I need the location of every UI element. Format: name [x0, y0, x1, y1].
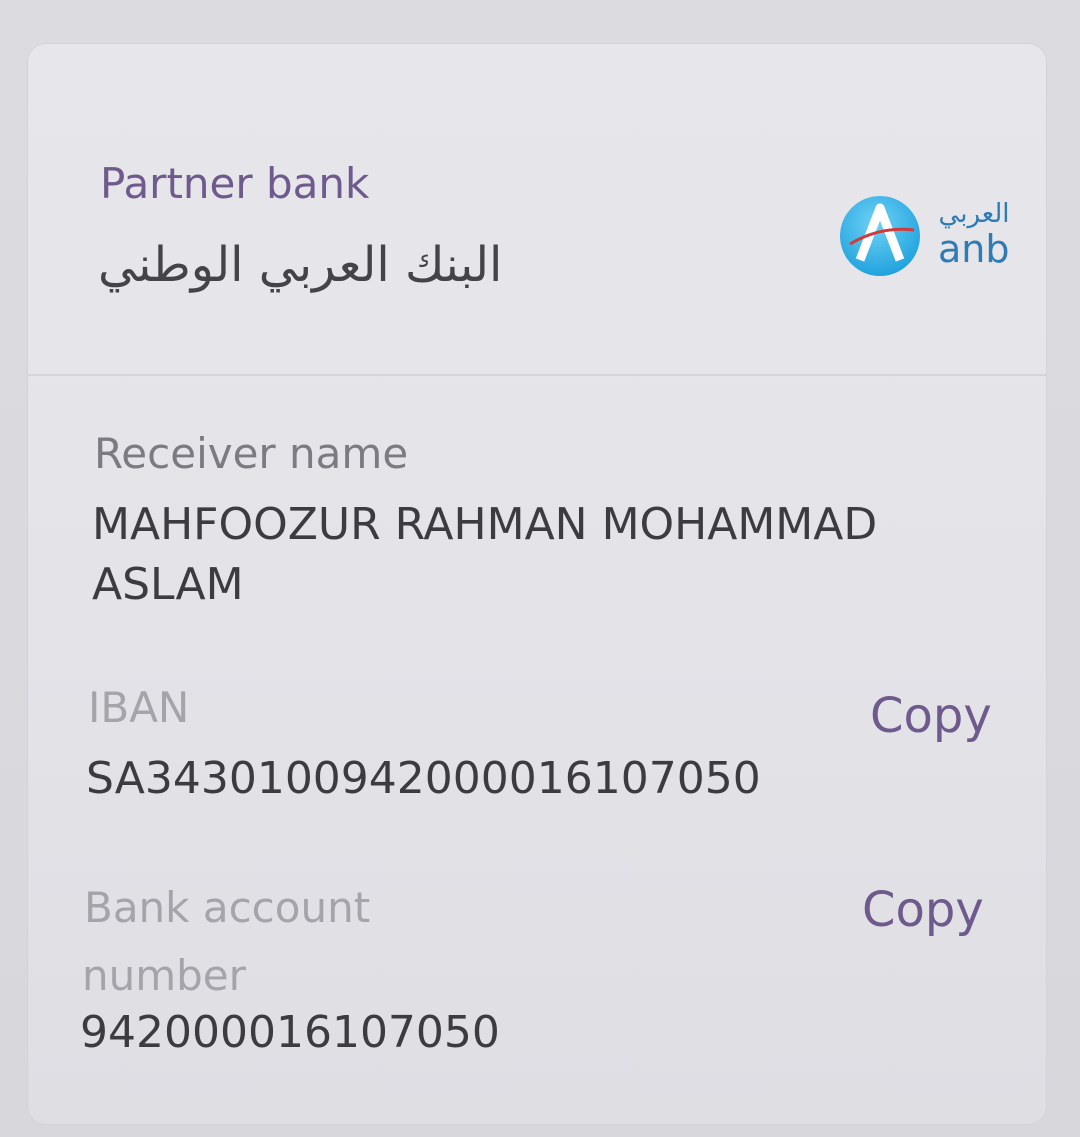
account-number-value: 942000016107050	[80, 1007, 500, 1058]
receiver-name-line2: ASLAM	[92, 559, 244, 610]
logo-text: anb	[938, 227, 1010, 271]
logo-arabic-text: العربي	[938, 199, 1010, 229]
bank-details-card: Partner bank البنك العربي الوطني العربي …	[28, 44, 1046, 1124]
receiver-name-line1: MAHFOOZUR RAHMAN MOHAMMAD	[92, 499, 878, 550]
partner-bank-section: Partner bank البنك العربي الوطني العربي …	[28, 44, 1046, 376]
page: Partner bank البنك العربي الوطني العربي …	[0, 0, 1080, 1137]
partner-bank-name: البنك العربي الوطني	[98, 237, 503, 293]
anb-logo-icon	[840, 196, 920, 276]
bank-logo: العربي anb	[836, 192, 1026, 282]
iban-value: SA3430100942000016107050	[86, 753, 761, 804]
receiver-name-label: Receiver name	[94, 429, 409, 478]
partner-bank-label: Partner bank	[100, 159, 370, 208]
copy-account-number-button[interactable]: Copy	[862, 882, 984, 938]
logo-wordmark: العربي anb	[938, 200, 1010, 270]
iban-label: IBAN	[88, 683, 190, 732]
account-number-label-line2: number	[82, 951, 246, 1000]
account-number-label-line1: Bank account	[84, 883, 371, 932]
copy-iban-button[interactable]: Copy	[870, 688, 992, 744]
